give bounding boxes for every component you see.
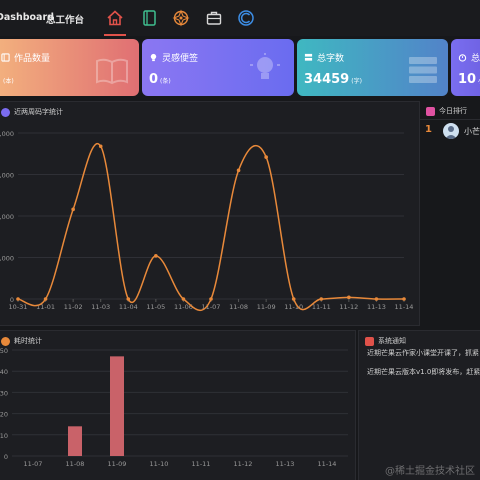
- active-tab-indicator: [104, 34, 126, 36]
- notice-item[interactable]: 近期芒果云作家小课堂开课了，抓紧: [367, 348, 479, 358]
- card-notes-unit: (条): [160, 78, 171, 85]
- ranking-panel: 今日排行 1 小芒: [420, 101, 480, 326]
- book-decoration-icon: [96, 58, 128, 85]
- data-point[interactable]: [43, 297, 48, 301]
- x-tick-label: 11-05: [146, 303, 165, 311]
- ranking-title: 今日排行: [439, 107, 467, 115]
- ranking-divider: [420, 119, 480, 120]
- y-tick-label: 20: [0, 411, 8, 419]
- y-tick-label: 30: [0, 389, 8, 397]
- x-tick-label: 11-10: [150, 460, 169, 468]
- watermark: @稀土掘金技术社区: [385, 466, 475, 477]
- x-tick-label: 11-09: [108, 460, 127, 468]
- word-count-chart: 05,00010,00015,00020,00010-3111-0111-021…: [0, 130, 414, 312]
- x-tick-label: 11-03: [91, 303, 110, 311]
- briefcase-icon[interactable]: [205, 9, 223, 27]
- x-tick-label: 11-02: [64, 303, 83, 311]
- data-point[interactable]: [126, 297, 131, 301]
- card-notes-title: 灵感便签: [162, 54, 199, 64]
- alarm-icon: [458, 54, 467, 62]
- card-time[interactable]: 总 10小: [451, 39, 480, 96]
- x-tick-label: 11-11: [192, 460, 211, 468]
- bulb-decoration-icon: [250, 53, 280, 79]
- notices-title: 系统通知: [378, 337, 406, 345]
- x-tick-label: 11-14: [318, 460, 337, 468]
- data-point[interactable]: [374, 297, 379, 301]
- y-tick-label: 0: [4, 453, 8, 461]
- y-tick-label: 10,000: [0, 213, 14, 221]
- data-point[interactable]: [16, 297, 20, 301]
- x-tick-label: 11-07: [202, 303, 221, 311]
- compass-icon[interactable]: [172, 9, 190, 27]
- data-point[interactable]: [181, 297, 186, 301]
- card-notes[interactable]: 灵感便签 0 (条): [142, 39, 294, 96]
- database-decoration-icon: [409, 57, 437, 83]
- megaphone-icon: [365, 336, 374, 346]
- card-works-unit: (本): [3, 78, 14, 85]
- card-notes-value: 0: [149, 72, 159, 87]
- y-tick-label: 20,000: [0, 130, 14, 138]
- card-words-value: 34459: [304, 72, 350, 87]
- x-tick-label: 11-11: [312, 303, 331, 311]
- data-point[interactable]: [291, 297, 296, 301]
- x-tick-label: 10-31: [9, 303, 28, 311]
- ranking-number: 1: [425, 124, 432, 135]
- card-time-value: 10: [458, 72, 477, 87]
- x-tick-label: 11-10: [284, 303, 303, 311]
- card-time-title: 总: [471, 54, 480, 64]
- y-tick-label: 40: [0, 368, 8, 376]
- database-icon: [304, 53, 313, 61]
- data-point[interactable]: [319, 297, 324, 301]
- data-point[interactable]: [71, 207, 75, 212]
- x-tick-label: 11-08: [66, 460, 85, 468]
- notice-item[interactable]: 近期芒果云版本v1.0即将发布，赶紧: [367, 367, 480, 377]
- bar[interactable]: [68, 426, 82, 456]
- y-tick-label: 10: [0, 432, 8, 440]
- ranking-name[interactable]: 小芒: [464, 126, 480, 137]
- top-bar: Dashboard 总工作台: [0, 0, 480, 36]
- card-words-title: 总字数: [317, 54, 345, 64]
- notebook-icon[interactable]: [140, 9, 158, 27]
- bulb-icon: [150, 53, 157, 62]
- bar[interactable]: [110, 356, 124, 456]
- y-tick-label: 5,000: [0, 255, 14, 263]
- y-tick-label: 50: [0, 347, 8, 355]
- book-icon: [1, 53, 10, 62]
- card-works[interactable]: 作品数量 (本): [0, 39, 139, 96]
- data-point[interactable]: [347, 295, 351, 300]
- data-point[interactable]: [402, 297, 406, 301]
- home-icon[interactable]: [106, 9, 124, 27]
- card-words[interactable]: 总字数 34459 (字): [297, 39, 448, 96]
- card-works-title: 作品数量: [14, 54, 51, 64]
- data-point[interactable]: [264, 155, 268, 159]
- x-tick-label: 11-14: [395, 303, 414, 311]
- x-tick-label: 11-04: [119, 303, 138, 311]
- calendar-icon: [426, 106, 435, 116]
- data-point[interactable]: [154, 254, 158, 258]
- avatar[interactable]: [443, 123, 459, 139]
- x-tick-label: 11-12: [234, 460, 253, 468]
- ring-icon[interactable]: [237, 9, 255, 27]
- tab-workbench[interactable]: 总工作台: [46, 12, 84, 26]
- series-line: [17, 142, 405, 312]
- x-tick-label: 11-09: [257, 303, 276, 311]
- data-point[interactable]: [236, 168, 241, 173]
- x-tick-label: 11-07: [24, 460, 43, 468]
- x-tick-label: 11-08: [229, 303, 248, 311]
- x-tick-label: 11-13: [276, 460, 295, 468]
- x-tick-label: 11-13: [367, 303, 386, 311]
- data-point[interactable]: [98, 144, 103, 149]
- card-words-unit: (字): [351, 78, 362, 85]
- y-tick-label: 15,000: [0, 172, 14, 180]
- time-stats-chart: 0 10 20 30 40 50 11-07 11-08 11-09 11-10 11-11 11-1…: [0, 347, 348, 468]
- x-tick-label: 11-12: [339, 303, 358, 311]
- data-point[interactable]: [209, 297, 213, 301]
